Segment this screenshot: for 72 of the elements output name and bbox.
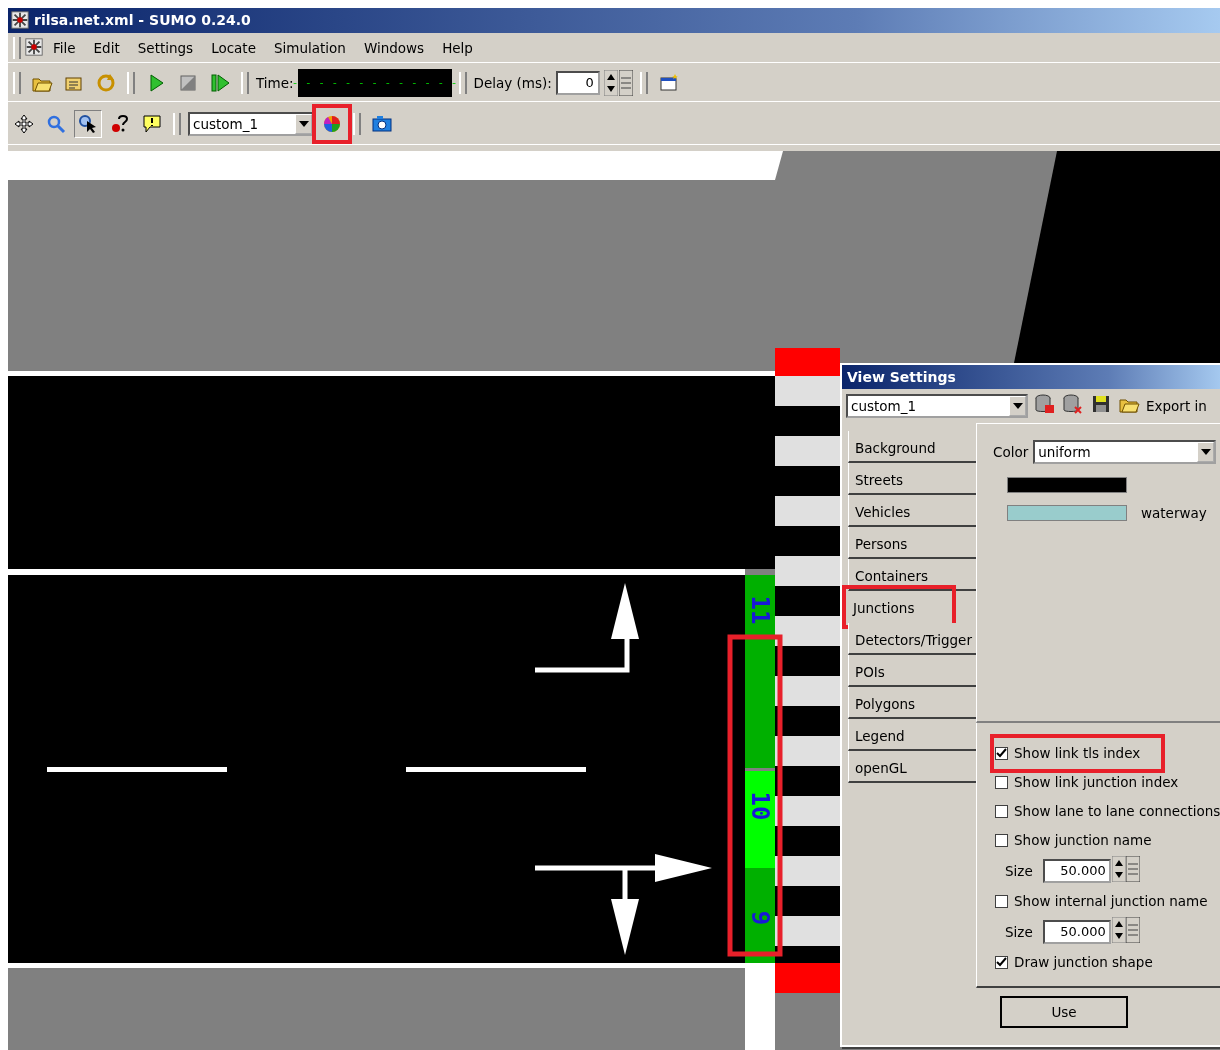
checkbox[interactable]: [995, 775, 1008, 789]
toolbar-grip[interactable]: [353, 112, 361, 135]
settings-tab[interactable]: openGL: [848, 750, 976, 783]
dropdown-arrow-icon[interactable]: [1200, 448, 1211, 455]
menu-item[interactable]: Settings: [128, 38, 203, 59]
spin-arrows-icon[interactable]: [1111, 856, 1126, 883]
size-label: Size: [1005, 862, 1033, 879]
menu-item[interactable]: Help: [433, 38, 482, 59]
settings-tab[interactable]: Background: [848, 430, 976, 463]
export-button[interactable]: Export in: [1146, 397, 1207, 414]
settings-tab[interactable]: Vehicles: [848, 494, 976, 527]
settings-tab[interactable]: Detectors/Trigger: [848, 622, 976, 655]
signal-index-label: 11: [746, 595, 774, 625]
settings-tab[interactable]: Legend: [848, 718, 976, 751]
checkbox-label: Show junction name: [1014, 832, 1152, 849]
color-swatch[interactable]: [1007, 504, 1127, 521]
dialog-title: View Settings: [842, 364, 1220, 389]
menu-item[interactable]: Windows: [354, 38, 434, 59]
checkbox-label: Draw junction shape: [1014, 954, 1153, 971]
menu-item[interactable]: Edit: [84, 38, 129, 59]
help-pointer-icon[interactable]: [109, 112, 131, 135]
dropdown-arrow-icon[interactable]: [1012, 402, 1023, 409]
toolbar-grip[interactable]: [13, 37, 21, 60]
size-label: Size: [1005, 923, 1033, 940]
speech-bubble-icon[interactable]: [141, 112, 163, 135]
dropdown-arrow-icon[interactable]: [298, 120, 309, 127]
database-save-icon[interactable]: [1034, 393, 1056, 416]
menu-item[interactable]: Locate: [202, 38, 265, 59]
app-icon[interactable]: [24, 36, 44, 57]
checkbox[interactable]: [995, 894, 1008, 908]
checkbox[interactable]: [995, 833, 1008, 847]
use-button[interactable]: Use: [1000, 995, 1128, 1028]
toolbar-grip[interactable]: [173, 112, 181, 135]
spin-arrows-icon[interactable]: [603, 69, 618, 96]
checkbox[interactable]: [995, 955, 1008, 969]
settings-tab[interactable]: Persons: [848, 526, 976, 559]
window-title: rilsa.net.xml - SUMO 0.24.0: [34, 12, 251, 29]
settings-tab[interactable]: Streets: [848, 462, 976, 495]
toolbar-grip[interactable]: [13, 71, 21, 94]
settings-tab[interactable]: Polygons: [848, 686, 976, 719]
step-icon[interactable]: [209, 71, 231, 94]
color-mode-dropdown[interactable]: uniform: [1033, 439, 1216, 464]
delay-label: Delay (ms):: [473, 74, 552, 91]
toolbar-grip[interactable]: [458, 71, 467, 94]
delay-field[interactable]: 0: [555, 70, 600, 95]
scheme-dropdown[interactable]: custom_1: [846, 393, 1028, 418]
signal-index-label: 9: [746, 910, 774, 925]
database-delete-icon[interactable]: [1062, 393, 1084, 416]
checkbox-label: Show internal junction name: [1014, 893, 1208, 910]
checkbox-label: Show link junction index: [1014, 774, 1179, 791]
size-field[interactable]: 50.000: [1042, 858, 1111, 883]
settings-tab[interactable]: POIs: [848, 654, 976, 687]
size-field[interactable]: 50.000: [1042, 919, 1111, 944]
app-icon: [10, 10, 30, 31]
swatch-label: waterway: [1141, 504, 1207, 521]
recenter-icon[interactable]: [13, 112, 35, 135]
menu-item[interactable]: File: [44, 38, 85, 59]
signal-index-label: 10: [746, 791, 774, 821]
toolbar-grip[interactable]: [241, 71, 249, 94]
checkbox[interactable]: [995, 746, 1008, 760]
color-label: Color: [993, 443, 1029, 460]
scheme-dropdown[interactable]: custom_1: [188, 111, 314, 136]
menu-item[interactable]: Simulation: [264, 38, 355, 59]
toolbar-grip[interactable]: [127, 71, 135, 94]
checkbox[interactable]: [995, 804, 1008, 818]
toolbar-grip[interactable]: [639, 71, 648, 94]
color-swatch[interactable]: [1007, 476, 1127, 493]
checkbox-label: Show link tls index: [1014, 745, 1141, 762]
spin-arrows-icon[interactable]: [1111, 917, 1126, 944]
slider-handle-icon[interactable]: [618, 69, 633, 96]
checkbox-label: Show lane to lane connections: [1014, 803, 1220, 820]
time-label: Time:: [256, 74, 294, 91]
